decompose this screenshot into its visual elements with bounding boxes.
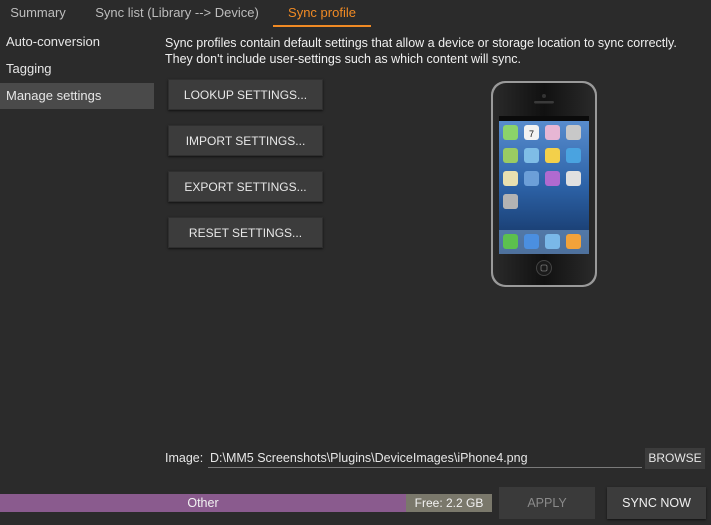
calendar-day-label: 7 — [529, 129, 534, 139]
image-path-input[interactable] — [208, 448, 642, 468]
storage-usage-free: Free: 2.2 GB — [406, 494, 492, 512]
reset-settings-button[interactable]: RESET SETTINGS... — [168, 217, 323, 248]
description-line-2: They don't include user-settings such as… — [165, 52, 522, 66]
sidebar-item-auto-conversion[interactable]: Auto-conversion — [0, 29, 154, 55]
image-label: Image: — [165, 451, 204, 465]
apply-button[interactable]: APPLY — [499, 487, 595, 519]
browse-button[interactable]: BROWSE — [645, 448, 705, 469]
import-settings-button[interactable]: IMPORT SETTINGS... — [168, 125, 323, 156]
device-image: 7 — [491, 81, 597, 287]
sync-profile-description: Sync profiles contain default settings t… — [165, 35, 705, 67]
tab-bar: Summary Sync list (Library --> Device) S… — [0, 0, 711, 28]
storage-usage-other: Other — [0, 494, 406, 512]
sidebar-item-manage-settings[interactable]: Manage settings — [0, 83, 154, 109]
sync-now-button[interactable]: SYNC NOW — [607, 487, 706, 519]
export-settings-button[interactable]: EXPORT SETTINGS... — [168, 171, 323, 202]
tab-sync-profile[interactable]: Sync profile — [273, 0, 371, 27]
tab-summary[interactable]: Summary — [0, 0, 76, 26]
description-line-1: Sync profiles contain default settings t… — [165, 36, 677, 50]
lookup-settings-button[interactable]: LOOKUP SETTINGS... — [168, 79, 323, 110]
sidebar-item-tagging[interactable]: Tagging — [0, 56, 154, 82]
tab-sync-list[interactable]: Sync list (Library --> Device) — [86, 0, 268, 26]
